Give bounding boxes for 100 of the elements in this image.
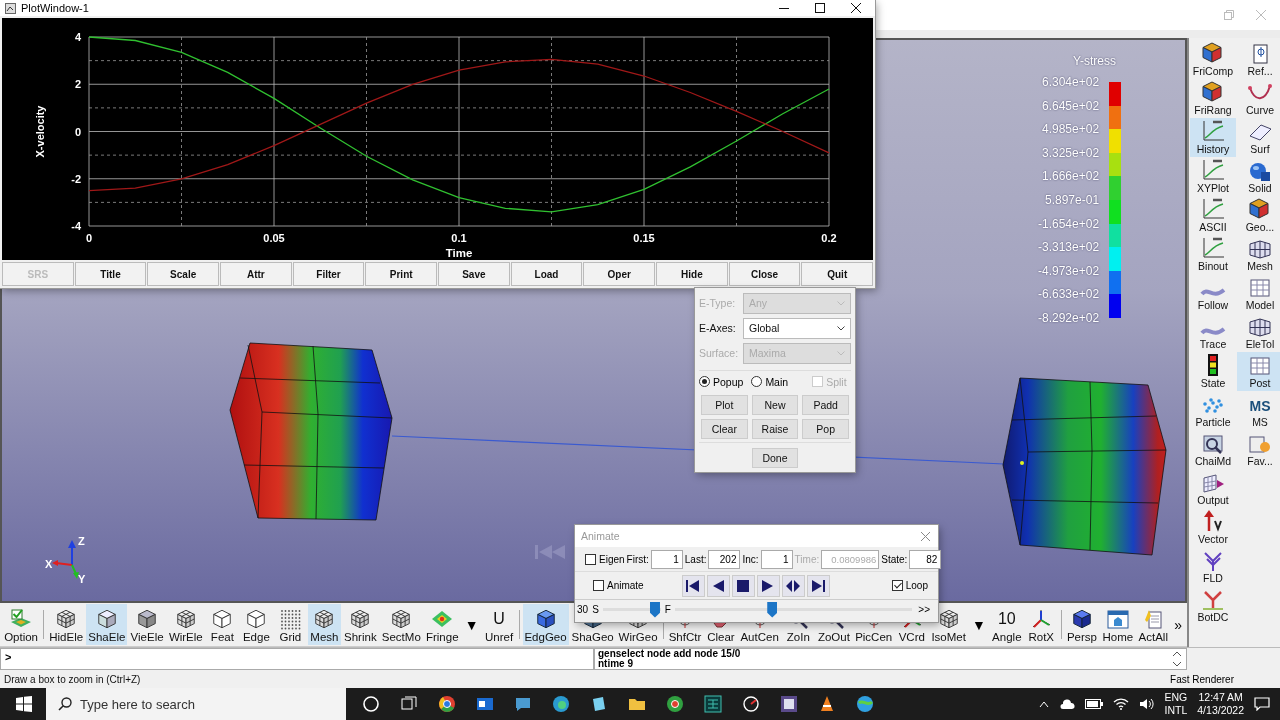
panel-button[interactable]: Padd [802,395,849,415]
windows-logo-icon[interactable] [16,696,32,712]
search-field[interactable]: Type here to search [46,688,346,720]
panel-button[interactable]: Solid [1237,157,1280,196]
command-button[interactable]: Attr [220,262,292,286]
panel-button[interactable]: Particle [1190,391,1236,430]
toolbar-button[interactable]: Grid [273,604,307,645]
language-indicator[interactable]: INTL [1164,704,1188,717]
number-field[interactable]: 1 [650,549,683,569]
chat-icon[interactable] [514,695,532,713]
panel-button[interactable]: Follow [1190,274,1236,313]
toolbar-button[interactable]: EdgGeo [522,604,569,645]
panel-button[interactable]: Mesh [1237,235,1280,274]
panel-button[interactable]: Binout [1190,235,1236,274]
skip-end-button[interactable] [806,574,830,597]
circle-icon[interactable] [362,695,380,713]
toolbar-button[interactable]: VieEle [128,604,166,645]
clock-date[interactable]: 4/13/2022 [1197,704,1244,717]
command-button[interactable]: Quit [801,262,874,286]
number-field[interactable]: 202 [708,549,741,569]
number-field[interactable]: 82 [909,549,942,569]
panel-button[interactable]: Ref... [1237,40,1280,79]
panel-button[interactable]: XYPlot [1190,157,1236,196]
close-icon[interactable] [851,3,861,13]
toolbar-button[interactable]: HidEle [47,604,86,645]
panel-button[interactable]: Clear [701,419,748,439]
command-button[interactable]: Print [365,262,438,286]
toolbar-button[interactable]: Shrink [341,604,379,645]
dropdown-button[interactable]: » [1171,604,1185,645]
panel-button[interactable]: FriRang [1190,79,1236,118]
clock-time[interactable]: 12:47 AM [1198,691,1243,704]
command-button[interactable]: Save [438,262,510,286]
toolbar-button[interactable]: Mesh [307,604,341,645]
toolbar-button[interactable]: SectMo [379,604,423,645]
dropdown-field[interactable]: Global [743,317,851,339]
panel-button[interactable]: Curve [1237,79,1280,118]
toolbar-button[interactable]: Option [2,604,41,645]
toolbar-button[interactable]: U Unref [482,604,516,645]
bounce-button[interactable] [781,574,805,597]
panel-button[interactable]: BotDC [1190,586,1236,625]
checkbox[interactable]: Eigen [585,553,625,565]
toolbar-button[interactable]: WirEle [166,604,205,645]
browser-icon[interactable] [438,695,456,713]
panel-button[interactable]: New [751,395,799,415]
globe-icon[interactable] [856,695,874,713]
notes-icon[interactable] [590,695,608,713]
done-button[interactable]: Done [752,448,798,468]
command-button[interactable]: Oper [583,262,656,286]
maximize-icon[interactable] [815,3,825,13]
panel-button[interactable]: Output [1190,469,1236,508]
dropdown-button[interactable]: ▼ [969,604,989,645]
panel-button[interactable]: Model [1237,274,1280,313]
panel-button[interactable]: ChaiMd [1190,430,1236,469]
toolbar-button[interactable]: 10 Angle [989,604,1024,645]
checkbox[interactable]: Animate [593,580,644,591]
panel-button[interactable]: Surf [1237,118,1280,157]
language-indicator[interactable]: ENG [1164,691,1188,704]
play-button[interactable] [756,574,780,597]
play-back-button[interactable] [706,574,730,597]
panel-button[interactable]: History [1190,118,1236,157]
toolbar-button[interactable]: ActAll [1136,604,1171,645]
command-button[interactable]: Close [728,262,801,286]
toolbar-button[interactable]: ShaEle [86,604,128,645]
command-button[interactable]: Load [510,262,583,286]
toolbar-button[interactable]: Persp [1064,604,1100,645]
task-view-icon[interactable] [400,695,418,713]
panel-button[interactable]: EleTol [1237,313,1280,352]
panel-button[interactable]: Plot [701,395,748,415]
toolbar-button[interactable]: Edge [239,604,273,645]
panel-button[interactable]: State [1190,352,1236,391]
mail-icon[interactable] [476,695,494,713]
toolbar-button[interactable]: RotX [1024,604,1058,645]
panel-button[interactable]: ASCII [1190,196,1236,235]
panel-button[interactable]: Geo... [1237,196,1280,235]
panel-button[interactable]: Trace [1190,313,1236,352]
panel-button[interactable]: Post [1237,352,1280,391]
radio-button[interactable]: Popup [699,375,744,388]
panel-button[interactable]: Fav... [1237,430,1280,469]
panel-button[interactable]: FLD [1190,547,1236,586]
checkbox[interactable]: Loop [891,580,928,591]
number-field[interactable]: 1 [760,549,793,569]
panel-button[interactable]: FriComp [1190,40,1236,79]
cone-icon[interactable] [818,695,836,713]
toolbar-button[interactable]: Fringe [423,604,461,645]
toolbar-button[interactable]: Home [1100,604,1136,645]
gauge-icon[interactable] [742,695,760,713]
panel-button[interactable]: MS MS [1237,391,1280,430]
stop-button[interactable] [731,574,755,597]
app-icon[interactable] [780,695,798,713]
command-field[interactable]: > [0,648,594,670]
radio-button[interactable]: Main [751,375,789,388]
command-button[interactable]: Hide [656,262,728,286]
panel-button[interactable]: Raise [751,419,799,439]
panel-button[interactable]: Pop [802,419,849,439]
command-button[interactable]: Filter [292,262,365,286]
panel-button[interactable]: Vector [1190,508,1236,547]
toolbar-button[interactable]: Feat [205,604,239,645]
skip-start-button[interactable] [681,574,705,597]
more-button[interactable]: >> [916,604,932,615]
command-button[interactable]: Scale [147,262,219,286]
